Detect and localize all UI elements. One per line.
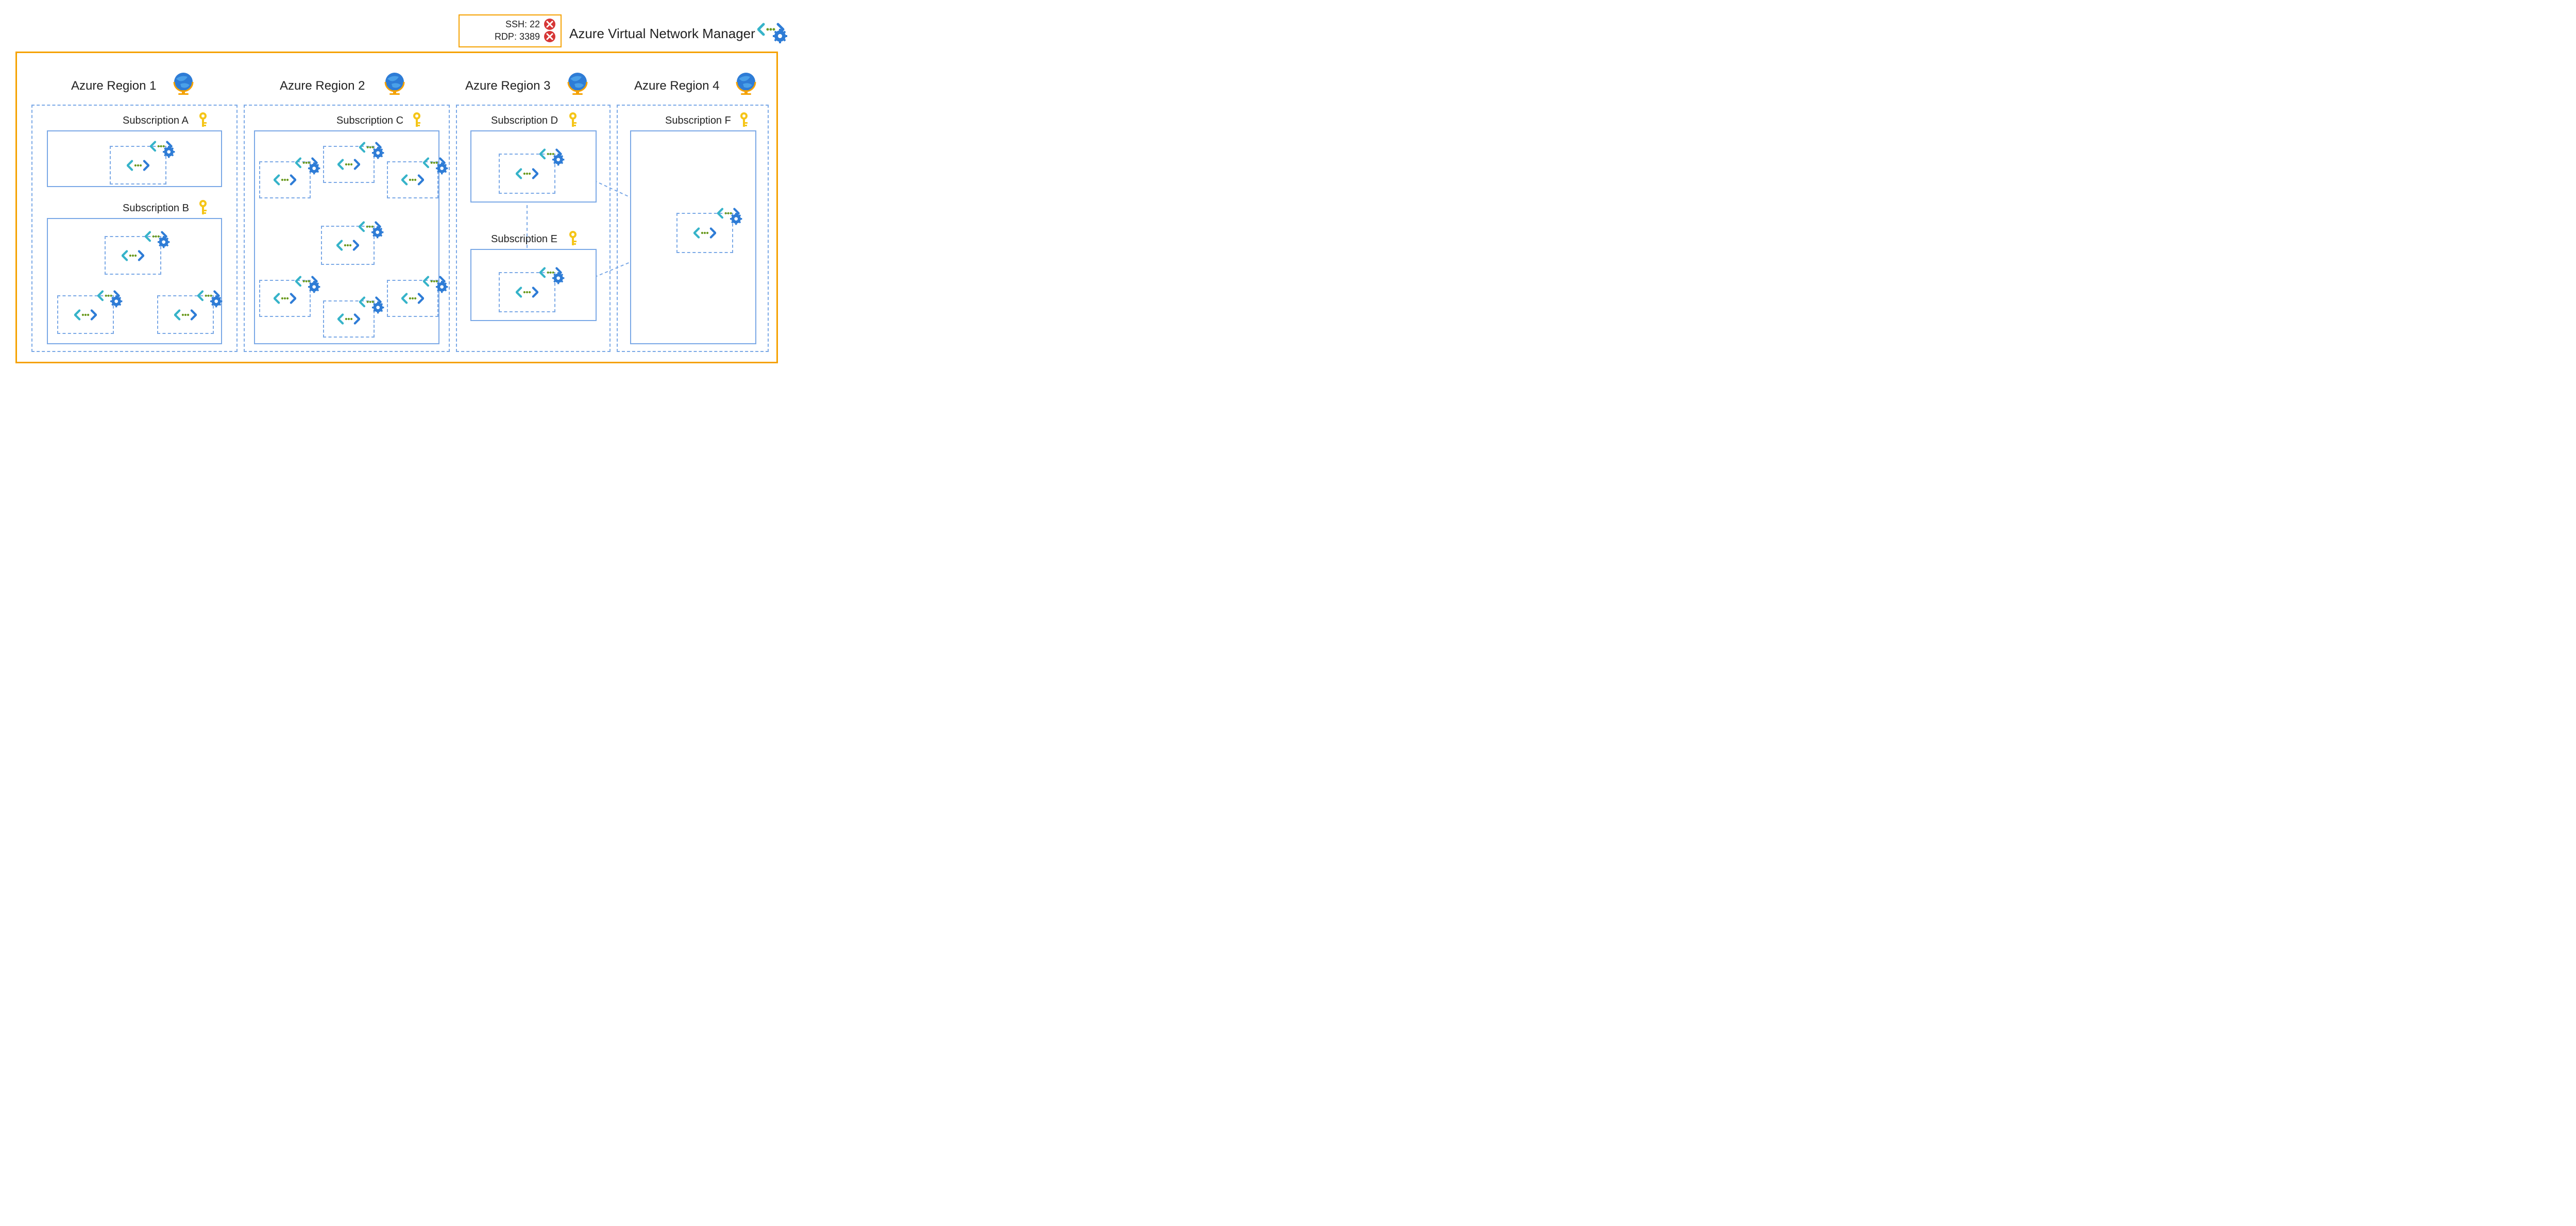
subscription-label: Subscription B	[123, 203, 189, 214]
security-rules-box: SSH: 22 RDP: 3389	[459, 14, 562, 47]
vnet-manager-icon	[423, 271, 449, 296]
vnet-manager-icon	[295, 271, 321, 296]
vnet-icon	[336, 238, 359, 253]
vnet-manager-icon	[359, 137, 385, 162]
region-label: Azure Region 3	[465, 79, 550, 93]
rule-rdp: RDP: 3389	[465, 31, 555, 42]
rule-ssh: SSH: 22	[465, 19, 555, 30]
vnet-manager-icon	[359, 291, 385, 317]
subscription-label: Subscription C	[336, 115, 403, 127]
key-icon	[567, 230, 580, 247]
key-icon	[197, 112, 210, 128]
key-icon	[738, 112, 751, 128]
vnet-manager-icon	[295, 152, 321, 178]
subscription-label: Subscription A	[123, 115, 189, 127]
key-icon	[197, 199, 210, 216]
vnet-icon	[74, 307, 97, 323]
vnet-icon	[274, 172, 296, 188]
globe-icon	[383, 72, 406, 95]
vnet-icon	[401, 172, 424, 188]
region-label: Azure Region 1	[71, 79, 156, 93]
vnet-manager-icon	[150, 136, 176, 161]
key-icon	[567, 112, 580, 128]
vnet-manager-icon	[539, 143, 565, 169]
vnet-icon	[401, 291, 424, 306]
network-manager-icon	[757, 16, 788, 47]
deny-icon	[544, 19, 555, 30]
region-label: Azure Region 4	[634, 79, 719, 93]
manager-scope: Azure Region 1 Subscription A Subscripti…	[15, 52, 778, 363]
vnet-manager-icon	[423, 152, 449, 178]
vnet-manager-icon	[539, 262, 565, 288]
diagram-title: Azure Virtual Network Manager	[569, 26, 755, 42]
vnet-icon	[337, 157, 360, 172]
vnet-icon	[337, 311, 360, 327]
subscription-label: Subscription D	[491, 115, 558, 127]
subscription-label: Subscription E	[491, 233, 557, 245]
vnet-manager-icon	[717, 203, 743, 228]
subscription-label: Subscription F	[665, 115, 731, 127]
vnet-icon	[122, 248, 144, 263]
vnet-manager-icon	[97, 285, 123, 311]
rule-label: SSH: 22	[505, 19, 540, 30]
region-label: Azure Region 2	[280, 79, 365, 93]
vnet-manager-icon	[197, 285, 223, 311]
vnet-manager-icon	[145, 226, 171, 251]
globe-icon	[566, 72, 589, 95]
vnet-manager-icon	[359, 216, 384, 242]
vnet-icon	[516, 284, 538, 300]
vnet-icon	[516, 166, 538, 181]
rule-label: RDP: 3389	[495, 31, 540, 42]
globe-icon	[734, 72, 758, 95]
key-icon	[411, 112, 423, 128]
vnet-icon	[127, 158, 149, 173]
vnet-icon	[174, 307, 197, 323]
vnet-icon	[274, 291, 296, 306]
deny-icon	[544, 31, 555, 42]
diagram-canvas: SSH: 22 RDP: 3389 Azure Virtual Network …	[10, 10, 783, 371]
globe-icon	[172, 72, 195, 95]
vnet-icon	[693, 225, 716, 241]
